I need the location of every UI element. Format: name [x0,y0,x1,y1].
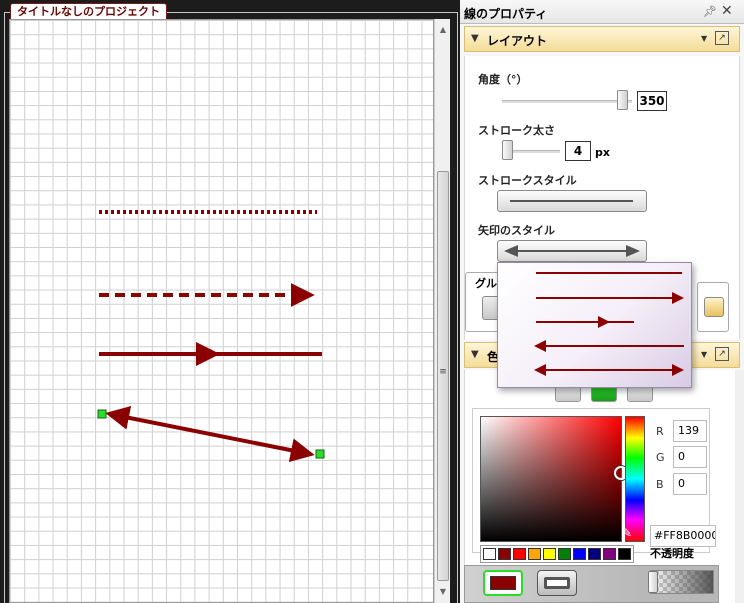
opacity-slider-thumb[interactable] [648,571,658,593]
group-options [697,282,729,332]
drawing-canvas[interactable] [9,19,434,603]
color-swatch[interactable] [513,548,526,560]
popout-icon[interactable]: ↗ [715,347,729,361]
current-fill-swatch[interactable] [483,570,523,596]
layout-section-header[interactable]: ▼ レイアウト ▼ ↗ [464,26,740,52]
stroke-width-slider-thumb[interactable] [502,140,513,160]
red-input[interactable]: 139 [673,420,707,442]
blue-label: B [656,478,664,491]
current-stroke-swatch[interactable] [537,570,577,596]
stroke-color-chip [544,577,570,589]
arrow-option-end[interactable] [534,289,686,307]
color-swatch[interactable] [543,548,556,560]
canvas-vertical-scrollbar[interactable]: ▲ ≡ ▼ [434,19,450,603]
layout-section-label: レイアウト [487,34,548,48]
scroll-down-icon[interactable]: ▼ [435,585,451,599]
blue-input[interactable]: 0 [673,473,707,495]
color-swatch[interactable] [558,548,571,560]
color-swatch[interactable] [573,548,586,560]
scroll-thumb[interactable]: ≡ [437,171,449,581]
stroke-width-label: ストローク太さ [478,124,555,137]
group-label: グル [475,275,497,291]
color-swatch[interactable] [618,548,631,560]
solid-stroke-preview-icon [510,200,633,202]
close-icon[interactable]: ✕ [721,3,733,19]
panel-title: 線のプロパティ [464,7,548,21]
hue-slider[interactable] [625,416,645,542]
stroke-width-input[interactable]: 4 [565,141,591,161]
selected-double-arrow-line[interactable] [105,405,315,463]
selection-handle-end[interactable] [315,449,325,459]
arrow-style-label: 矢印のスタイル [478,224,555,237]
grip-icon: ≡ [439,367,447,377]
selection-handle-start[interactable] [97,409,107,419]
fill-color-chip [490,576,516,590]
canvas-area: タイトルなしのプロジェクト ▲ ≡ ▼ [0,0,460,603]
arrow-option-start[interactable] [534,337,686,355]
color-swatch[interactable] [528,548,541,560]
collapse-triangle-icon: ▼ [471,33,479,44]
double-arrow-preview-icon [504,245,640,257]
chevron-down-icon[interactable]: ▼ [701,350,707,359]
opacity-slider-track[interactable] [650,570,714,594]
hex-input[interactable]: #FF8B0000 [650,525,716,547]
color-swatches [480,545,634,563]
panel-header: 線のプロパティ 📌︎ ✕ [460,0,744,24]
ungroup-button[interactable] [704,297,724,317]
arrow-option-none[interactable] [534,264,686,282]
green-label: G [656,451,665,464]
arrow-style-dropdown[interactable] [497,240,647,262]
opacity-label: 不透明度 [650,547,694,560]
stroke-style-dropdown[interactable] [497,190,647,212]
angle-slider-thumb[interactable] [617,90,629,110]
angle-label: 角度（°） [478,73,528,86]
document-tab[interactable]: タイトルなしのプロジェクト [10,3,167,20]
color-swatch[interactable] [498,548,511,560]
angle-input[interactable]: 350 [637,91,667,111]
popout-icon[interactable]: ↗ [715,31,729,45]
chevron-down-icon[interactable]: ▼ [701,34,707,43]
collapse-triangle-icon: ▼ [471,349,479,360]
panel-scrollbar[interactable] [735,370,744,603]
eyedropper-icon[interactable]: ✎ [622,526,644,540]
arrow-option-middle[interactable] [534,313,686,331]
color-swatch[interactable] [588,548,601,560]
green-input[interactable]: 0 [673,446,707,468]
lines-layer [97,210,325,463]
arrow-option-both[interactable] [534,361,686,379]
pin-icon[interactable]: 📌︎ [703,5,717,18]
color-swatch[interactable] [603,548,616,560]
scroll-up-icon[interactable]: ▲ [435,23,451,37]
stroke-width-unit: px [595,146,610,159]
arrow-style-menu [497,262,692,388]
angle-slider-track[interactable] [502,100,632,103]
color-swatch[interactable] [483,548,496,560]
saturation-value-square[interactable] [480,416,622,542]
red-label: R [656,425,664,438]
stroke-style-label: ストロークスタイル [478,174,577,187]
